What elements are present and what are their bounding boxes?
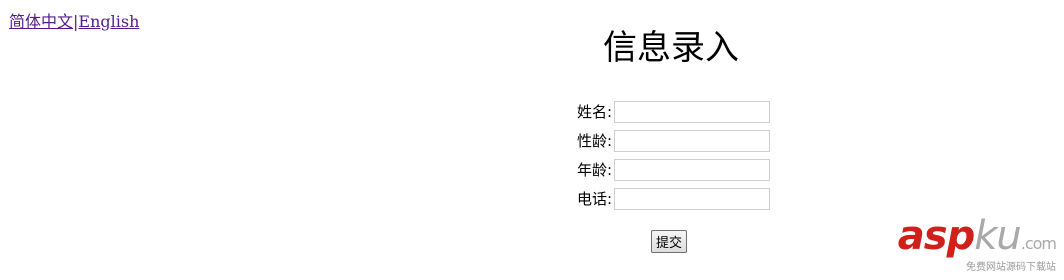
site-watermark: aspku.com 免费网站源码下载站	[897, 213, 1057, 274]
name-input[interactable]	[614, 100, 770, 123]
watermark-asp: asp	[897, 213, 975, 259]
gender-label: 性龄:	[576, 132, 612, 150]
watermark-ku: ku	[974, 213, 1022, 259]
name-label: 姓名:	[576, 103, 612, 121]
phone-label: 电话:	[576, 190, 612, 208]
form-row-name: 姓名:	[560, 97, 780, 126]
age-label: 年龄:	[576, 161, 612, 179]
page-title: 信息录入	[603, 28, 739, 68]
lang-link-chinese[interactable]: 简体中文	[9, 12, 73, 31]
phone-input[interactable]	[614, 187, 770, 210]
submit-button[interactable]: 提交	[651, 230, 688, 253]
gender-input[interactable]	[614, 129, 770, 152]
info-form: 姓名: 性龄: 年龄: 电话:	[560, 97, 780, 213]
age-input[interactable]	[614, 158, 770, 181]
watermark-dotcom: .com	[1020, 234, 1057, 253]
form-row-phone: 电话:	[560, 184, 780, 213]
language-switcher: 简体中文|English	[9, 12, 139, 32]
form-row-gender: 性龄:	[560, 126, 780, 155]
watermark-logo: aspku.com	[897, 213, 1057, 264]
lang-link-english[interactable]: English	[78, 12, 139, 31]
page: 简体中文|English 信息录入 姓名: 性龄: 年龄: 电话: 提交 asp…	[0, 0, 1064, 280]
submit-wrap: 提交	[651, 230, 688, 253]
form-row-age: 年龄:	[560, 155, 780, 184]
